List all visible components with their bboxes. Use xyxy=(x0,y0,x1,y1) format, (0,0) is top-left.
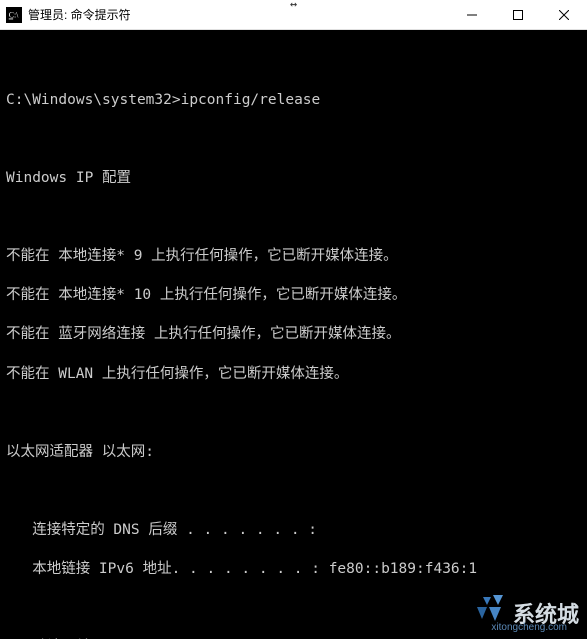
cmd-icon: C:\ xyxy=(6,7,22,23)
error-line: 不能在 蓝牙网络连接 上执行任何操作，它已断开媒体连接。 xyxy=(6,325,581,345)
ipconfig-header: Windows IP 配置 xyxy=(6,169,581,189)
adapter-field: 连接特定的 DNS 后缀 . . . . . . . : xyxy=(6,521,581,541)
watermark-subtext: xitongcheng.com xyxy=(491,622,567,633)
terminal-line xyxy=(6,208,581,228)
prompt-line: C:\Windows\system32>ipconfig/release xyxy=(6,91,581,111)
window-title: 管理员: 命令提示符 xyxy=(28,6,131,23)
error-line: 不能在 本地连接* 10 上执行任何操作，它已断开媒体连接。 xyxy=(6,286,581,306)
close-button[interactable] xyxy=(541,0,587,29)
adapter-title: 以太网适配器 以太网: xyxy=(6,443,581,463)
terminal-line xyxy=(6,482,581,502)
maximize-button[interactable] xyxy=(495,0,541,29)
window-controls xyxy=(449,0,587,29)
watermark: 系统城 xitongcheng.com xyxy=(473,595,579,631)
minimize-button[interactable] xyxy=(449,0,495,29)
terminal-line xyxy=(6,404,581,424)
error-line: 不能在 WLAN 上执行任何操作，它已断开媒体连接。 xyxy=(6,365,581,385)
svg-text:C:\: C:\ xyxy=(9,10,19,19)
adapter-field: 本地链接 IPv6 地址. . . . . . . . : fe80::b189… xyxy=(6,560,581,580)
resize-handle-icon: ↔ xyxy=(290,0,297,11)
error-line: 不能在 本地连接* 9 上执行任何操作，它已断开媒体连接。 xyxy=(6,247,581,267)
terminal-output[interactable]: C:\Windows\system32>ipconfig/release Win… xyxy=(0,30,587,639)
terminal-line xyxy=(6,52,581,72)
terminal-line xyxy=(6,130,581,150)
